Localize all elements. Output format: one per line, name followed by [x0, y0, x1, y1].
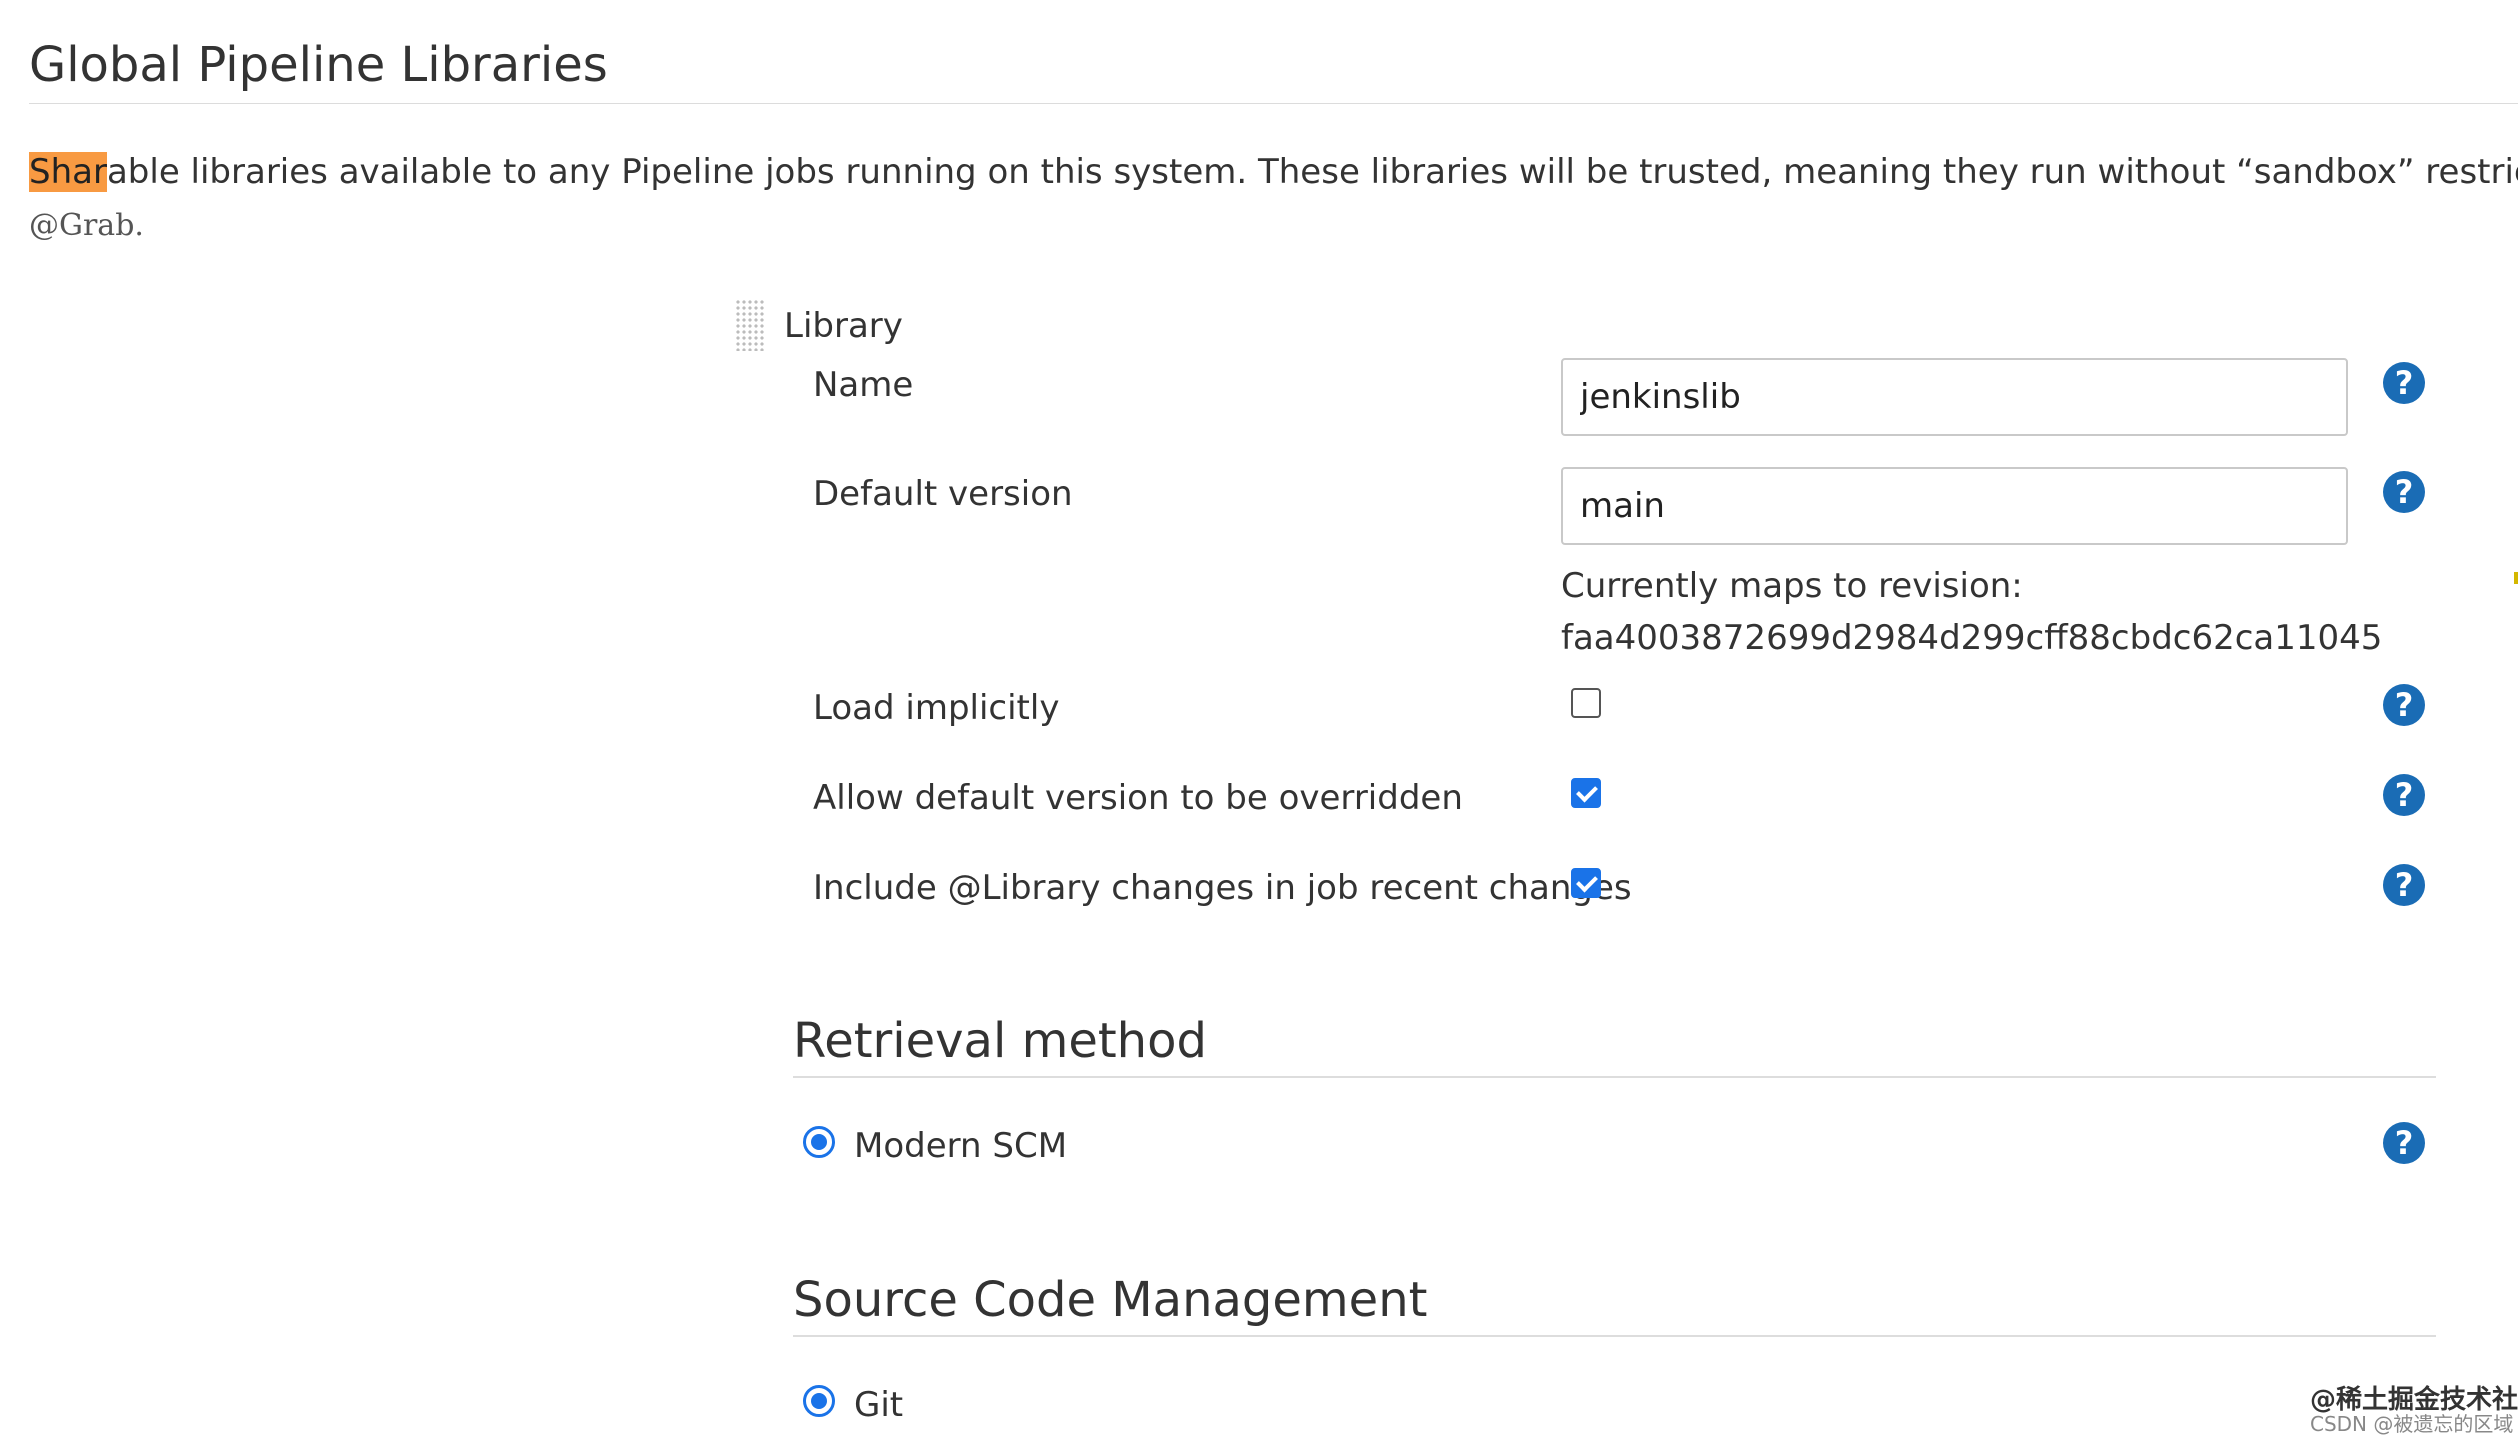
name-help-icon[interactable]: ? [2383, 362, 2425, 404]
page-title: Global Pipeline Libraries [29, 37, 608, 93]
description-code-line: @Grab. [29, 203, 144, 249]
scm-title: Source Code Management [793, 1272, 1428, 1328]
load-implicitly-label: Load implicitly [813, 688, 1060, 728]
default-version-help-icon[interactable]: ? [2383, 471, 2425, 513]
git-label[interactable]: Git [854, 1379, 903, 1431]
watermark-line2: CSDN @被遗忘的区域 [2310, 1412, 2514, 1436]
edge-marker [2514, 572, 2518, 584]
description-text: able libraries available to any Pipeline… [106, 152, 2518, 192]
retrieval-method-title: Retrieval method [793, 1013, 1207, 1069]
grab-code: @Grab [29, 208, 135, 243]
include-changes-label: Include @Library changes in job recent c… [813, 868, 1632, 908]
description-tail: . [134, 208, 144, 243]
include-changes-help-icon[interactable]: ? [2383, 864, 2425, 906]
include-changes-checkbox[interactable] [1571, 868, 1601, 898]
drag-handle-icon[interactable] [735, 299, 765, 351]
page-description: Sharable libraries available to any Pipe… [29, 146, 2518, 198]
scm-divider [793, 1335, 2436, 1337]
load-implicitly-help-icon[interactable]: ? [2383, 684, 2425, 726]
git-radio[interactable] [803, 1385, 835, 1417]
retrieval-method-divider [793, 1076, 2436, 1078]
description-highlight: Shar [29, 152, 107, 192]
allow-override-checkbox[interactable] [1571, 778, 1601, 808]
default-version-label: Default version [813, 474, 1073, 514]
modern-scm-label[interactable]: Modern SCM [854, 1120, 1067, 1172]
modern-scm-radio[interactable] [803, 1126, 835, 1158]
name-label: Name [813, 365, 914, 405]
load-implicitly-checkbox[interactable] [1571, 688, 1601, 718]
revision-hash: faa4003872699d2984d299cff88cbdc62ca11045 [1561, 618, 2383, 658]
library-header: Library [784, 306, 903, 346]
title-divider [29, 103, 2518, 104]
default-version-input[interactable] [1561, 467, 2348, 545]
modern-scm-help-icon[interactable]: ? [2383, 1122, 2425, 1164]
revision-label: Currently maps to revision: [1561, 566, 2023, 606]
name-input[interactable] [1561, 358, 2348, 436]
allow-override-label: Allow default version to be overridden [813, 778, 1463, 818]
allow-override-help-icon[interactable]: ? [2383, 774, 2425, 816]
